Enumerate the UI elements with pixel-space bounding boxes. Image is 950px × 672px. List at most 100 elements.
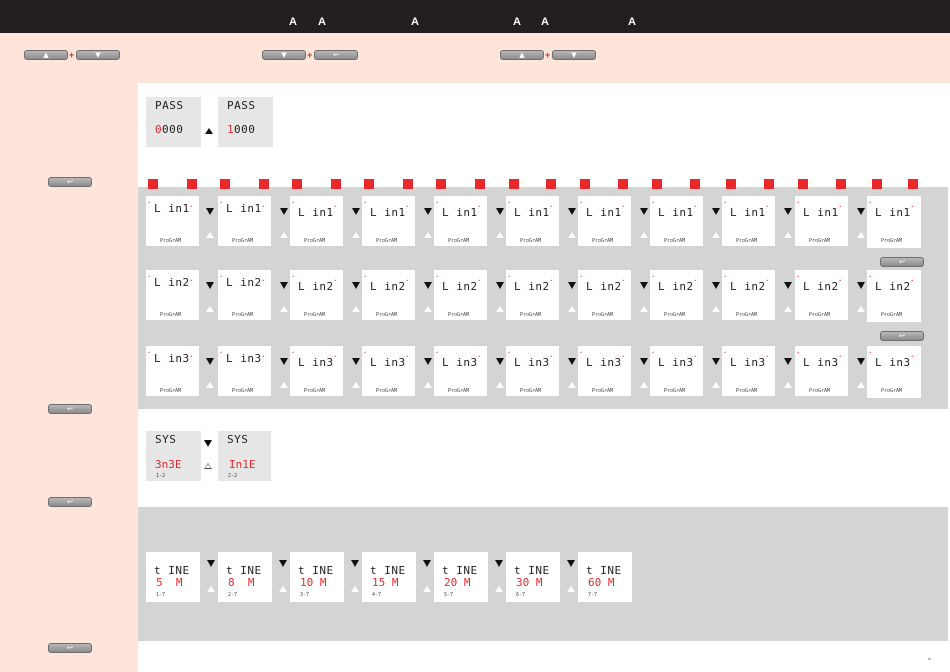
- pass-digit-active: 1: [227, 123, 234, 136]
- up-arrow-icon: [496, 382, 504, 388]
- program-label: ProGrAM: [881, 312, 903, 318]
- line-display: • L in1 • ProGrAM: [867, 196, 921, 248]
- line-display: • L in2 • ProGrAM: [506, 270, 559, 320]
- program-label: ProGrAM: [160, 238, 182, 244]
- program-label: ProGrAM: [448, 388, 470, 394]
- line-unit-mark: •: [911, 278, 914, 283]
- line-title: L in2: [658, 280, 694, 293]
- up-key-button[interactable]: ▲: [24, 50, 68, 60]
- up-arrow-icon: [640, 382, 648, 388]
- line-title: L in2: [298, 280, 334, 293]
- line-unit-mark: •: [550, 278, 553, 283]
- line-display: • L in2 • ProGrAM: [795, 270, 848, 320]
- time-code: 7-7: [588, 592, 598, 598]
- line-unit-mark: •: [911, 354, 914, 359]
- program-label: ProGrAM: [520, 388, 542, 394]
- enter-key-button[interactable]: ↩: [314, 50, 358, 60]
- up-arrow-icon: [857, 306, 865, 312]
- line-unit-mark: •: [478, 354, 481, 359]
- up-arrow-outline-icon: [204, 463, 212, 469]
- up-arrow-icon: [784, 306, 792, 312]
- program-label: ProGrAM: [736, 312, 758, 318]
- line-title: L in1: [514, 206, 550, 219]
- line-unit-mark: •: [190, 204, 193, 209]
- up-arrow-icon: [280, 382, 288, 388]
- down-arrow-icon: [567, 560, 575, 567]
- down-arrow-icon: [495, 560, 503, 567]
- down-arrow-icon: [352, 358, 360, 365]
- down-arrow-icon: [712, 208, 720, 215]
- down-arrow-icon: [206, 358, 214, 365]
- line-prefix-mark: •: [292, 350, 295, 355]
- step-marker: [403, 179, 413, 189]
- line-unit-mark: •: [334, 204, 337, 209]
- down-arrow-icon: [568, 282, 576, 289]
- up-key-button[interactable]: ▲: [500, 50, 544, 60]
- down-key-button[interactable]: ▼: [262, 50, 306, 60]
- line-prefix-mark: •: [580, 350, 583, 355]
- line-prefix-mark: •: [436, 274, 439, 279]
- pass-display: PASS 1 000: [218, 97, 273, 147]
- line-unit-mark: •: [694, 354, 697, 359]
- line-title: L in2: [442, 280, 478, 293]
- line-title: L in3: [298, 356, 334, 369]
- sys-code: 2-2: [228, 473, 238, 479]
- line-display: • L in2 • ProGrAM: [867, 270, 921, 322]
- program-label: ProGrAM: [304, 238, 326, 244]
- down-arrow-icon: [279, 560, 287, 567]
- line-display: • L in1 • ProGrAM: [146, 196, 199, 246]
- step-marker: [872, 179, 882, 189]
- left-key-column: ↩ ↩ ↩ ↩: [0, 83, 138, 672]
- enter-key-button[interactable]: ↩: [48, 497, 92, 507]
- enter-key-button[interactable]: ↩: [880, 257, 924, 267]
- up-arrow-icon: [567, 586, 575, 592]
- program-label: ProGrAM: [592, 312, 614, 318]
- up-arrow-icon: [424, 232, 432, 238]
- up-arrow-icon: [207, 586, 215, 592]
- step-marker: [148, 179, 158, 189]
- down-arrow-icon: [857, 282, 865, 289]
- line-prefix-mark: •: [364, 274, 367, 279]
- line-prefix-mark: •: [869, 200, 872, 205]
- step-marker: [908, 179, 918, 189]
- line-title: L in2: [586, 280, 622, 293]
- line-display: • L in1 • ProGrAM: [434, 196, 487, 246]
- line-display: • L in1 • ProGrAM: [506, 196, 559, 246]
- line-prefix-mark: •: [580, 200, 583, 205]
- time-code: 2-7: [228, 592, 238, 598]
- sys-display: SYS In1E 2-2: [218, 431, 271, 481]
- down-key-button[interactable]: ▼: [76, 50, 120, 60]
- program-label: ProGrAM: [448, 312, 470, 318]
- step-marker: [220, 179, 230, 189]
- line-unit-mark: •: [766, 354, 769, 359]
- time-code: 4-7: [372, 592, 382, 598]
- program-label: ProGrAM: [376, 388, 398, 394]
- line-unit-mark: •: [262, 278, 265, 283]
- down-arrow-icon: [424, 282, 432, 289]
- line-title: L in3: [803, 356, 839, 369]
- step-marker: [546, 179, 556, 189]
- enter-key-button[interactable]: ↩: [48, 643, 92, 653]
- sys-code: 1-2: [156, 473, 166, 479]
- step-marker: [618, 179, 628, 189]
- program-label: ProGrAM: [592, 388, 614, 394]
- line-display: • L in3 • ProGrAM: [867, 346, 921, 398]
- line-unit-mark: •: [334, 354, 337, 359]
- enter-key-button[interactable]: ↩: [48, 404, 92, 414]
- enter-key-button[interactable]: ↩: [48, 177, 92, 187]
- program-label: ProGrAM: [736, 238, 758, 244]
- program-label: ProGrAM: [160, 312, 182, 318]
- up-arrow-icon: [640, 306, 648, 312]
- time-value: 15 M: [372, 576, 399, 589]
- line-title: L in1: [658, 206, 694, 219]
- up-arrow-icon: [568, 382, 576, 388]
- line-unit-mark: •: [622, 278, 625, 283]
- time-display: t INE 8 M 2-7: [218, 552, 272, 602]
- program-label: ProGrAM: [448, 238, 470, 244]
- enter-key-button[interactable]: ↩: [880, 331, 924, 341]
- program-label: ProGrAM: [520, 238, 542, 244]
- program-label: ProGrAM: [592, 238, 614, 244]
- up-arrow-icon: [496, 306, 504, 312]
- line-title: L in3: [875, 356, 911, 369]
- down-key-button[interactable]: ▼: [552, 50, 596, 60]
